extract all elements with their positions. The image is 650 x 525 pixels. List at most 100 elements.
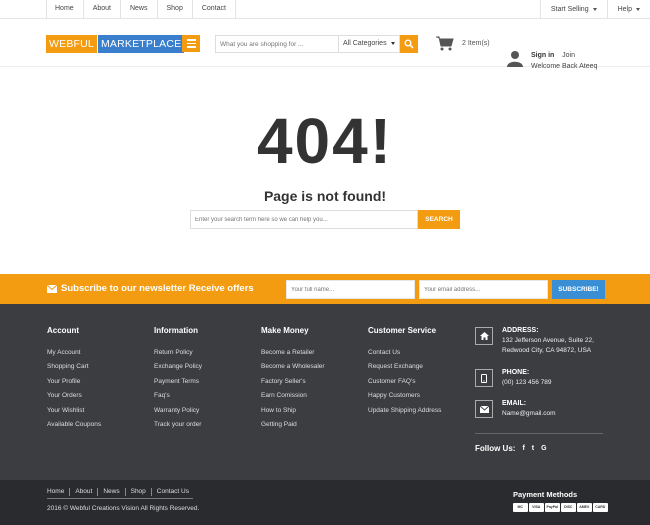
contact-address: ADDRESS: 132 Jefferson Avenue, Suite 22,… [475, 323, 603, 365]
error-search: SEARCH [190, 210, 460, 229]
email-label: EMAIL: [502, 400, 527, 407]
subscribe-button[interactable]: SUBSCRIBE! [552, 280, 605, 299]
join-link[interactable]: Join [562, 52, 575, 59]
envelope-icon [475, 400, 493, 418]
cart-count: 2 Item(s) [462, 40, 490, 47]
footer-link[interactable]: How to Ship [261, 404, 325, 418]
footer-link[interactable]: Payment Terms [154, 375, 202, 389]
bottom-nav-shop[interactable]: Shop [126, 488, 152, 496]
help-label: Help [617, 5, 632, 13]
footer-col-title: Make Money [261, 326, 309, 335]
home-icon [475, 327, 493, 345]
bottom-divider [47, 498, 193, 499]
bottom-nav: Home About News Shop Contact Us [47, 488, 194, 496]
footer-link[interactable]: Exchange Policy [154, 360, 202, 374]
footer-link[interactable]: Become a Wholesaler [261, 360, 325, 374]
account-avatar[interactable] [507, 50, 523, 69]
site-logo[interactable]: WEBFUL MARKETPLACE [46, 35, 185, 53]
top-nav-about[interactable]: About [84, 0, 121, 19]
bottom-nav-about[interactable]: About [70, 488, 99, 496]
footer-link[interactable]: Happy Customers [368, 389, 441, 403]
help-dropdown[interactable]: Help [606, 0, 650, 19]
footer-link[interactable]: Your Profile [47, 375, 101, 389]
footer-col-customer-service: Customer Service Contact Us Request Exch… [368, 326, 441, 418]
card-icon: CARD [593, 503, 608, 512]
newsletter-name-input[interactable] [286, 280, 415, 299]
mastercard-icon: MC [513, 503, 528, 512]
top-nav-shop[interactable]: Shop [158, 0, 193, 19]
address-text: ADDRESS: 132 Jefferson Avenue, Suite 22,… [502, 326, 594, 356]
newsletter-email-input[interactable] [419, 280, 548, 299]
twitter-icon[interactable]: t [532, 445, 534, 452]
footer-link[interactable]: Update Shipping Address [368, 404, 441, 418]
start-selling-label: Start Selling [550, 5, 589, 13]
footer-link[interactable]: Your Wishlist [47, 404, 101, 418]
bottom-nav-contact[interactable]: Contact Us [152, 488, 194, 496]
header-search-button[interactable] [400, 35, 418, 53]
error-search-input[interactable] [190, 210, 418, 229]
start-selling-dropdown[interactable]: Start Selling [539, 0, 607, 19]
amex-icon: AMEX [577, 503, 592, 512]
sign-in-link[interactable]: Sign in [531, 52, 554, 59]
footer-contact: ADDRESS: 132 Jefferson Avenue, Suite 22,… [475, 323, 603, 433]
top-nav-contact[interactable]: Contact [193, 0, 236, 19]
footer-col-title: Account [47, 326, 79, 335]
footer-link[interactable]: Shopping Cart [47, 360, 101, 374]
footer-link[interactable]: Your Orders [47, 389, 101, 403]
category-select[interactable]: All Categories [339, 35, 400, 53]
footer-col-account: Account My Account Shopping Cart Your Pr… [47, 326, 101, 432]
header-search-input[interactable] [215, 35, 339, 53]
google-plus-icon[interactable]: G [541, 445, 546, 452]
newsletter-title: Subscribe to our newsletter Receive offe… [47, 283, 254, 294]
hamburger-icon-bar [186, 42, 196, 45]
footer-link[interactable]: Getting Paid [261, 418, 325, 432]
bottom-nav-home[interactable]: Home [47, 488, 71, 496]
mobile-phone-icon [475, 369, 493, 387]
address-line2: Redwood City, CA 94872, USA [502, 347, 592, 354]
contact-phone: PHONE: (00) 123 456 789 [475, 365, 603, 396]
email-text: EMAIL: Name@gmail.com [502, 399, 556, 419]
footer: Account My Account Shopping Cart Your Pr… [0, 304, 650, 480]
address-label: ADDRESS: [502, 327, 539, 334]
phone-value: (00) 123 456 789 [502, 379, 552, 386]
logo-part1: WEBFUL [46, 35, 97, 53]
footer-col-information: Information Return Policy Exchange Polic… [154, 326, 202, 432]
top-nav-news[interactable]: News [121, 0, 158, 19]
bottom-nav-news[interactable]: News [98, 488, 126, 496]
footer-link[interactable]: Earn Comission [261, 389, 325, 403]
address-line1: 132 Jefferson Avenue, Suite 22, [502, 337, 594, 344]
contact-divider [475, 433, 603, 434]
paypal-icon: PayPal [545, 503, 560, 512]
payment-methods: MC VISA PayPal DISC AMEX CARD [513, 503, 608, 512]
welcome-text: Welcome Back Ateeq [531, 63, 598, 70]
top-nav-home[interactable]: Home [46, 0, 84, 19]
newsletter-title-text: Subscribe to our newsletter Receive offe… [61, 283, 254, 294]
footer-link[interactable]: Track your order [154, 418, 202, 432]
footer-link[interactable]: Customer FAQ's [368, 375, 441, 389]
footer-link[interactable]: Faq's [154, 389, 202, 403]
footer-link[interactable]: Warranty Policy [154, 404, 202, 418]
top-nav: Home About News Shop Contact [46, 0, 236, 19]
footer-link[interactable]: Return Policy [154, 346, 202, 360]
email-value[interactable]: Name@gmail.com [502, 409, 556, 419]
footer-col-title: Customer Service [368, 326, 437, 335]
top-bar: Home About News Shop Contact Start Selli… [0, 0, 650, 19]
discover-icon: DISC [561, 503, 576, 512]
follow-us: Follow Us: f t G [475, 444, 547, 453]
footer-link[interactable]: Available Coupons [47, 418, 101, 432]
cart[interactable]: 2 Item(s) [436, 36, 490, 51]
footer-link[interactable]: Contact Us [368, 346, 441, 360]
follow-us-label: Follow Us: [475, 444, 516, 453]
error-search-button[interactable]: SEARCH [418, 210, 460, 229]
envelope-icon [47, 284, 57, 293]
footer-link[interactable]: Factory Seller's [261, 375, 325, 389]
site-header: WEBFUL MARKETPLACE All Categories 2 Item… [0, 19, 650, 70]
hamburger-menu-button[interactable] [182, 35, 200, 52]
header-search: All Categories [215, 35, 418, 53]
footer-link[interactable]: My Account [47, 346, 101, 360]
visa-icon: VISA [529, 503, 544, 512]
chevron-down-icon [391, 42, 395, 45]
footer-link[interactable]: Become a Retailer [261, 346, 325, 360]
facebook-icon[interactable]: f [522, 445, 524, 452]
footer-link[interactable]: Request Exchange [368, 360, 441, 374]
